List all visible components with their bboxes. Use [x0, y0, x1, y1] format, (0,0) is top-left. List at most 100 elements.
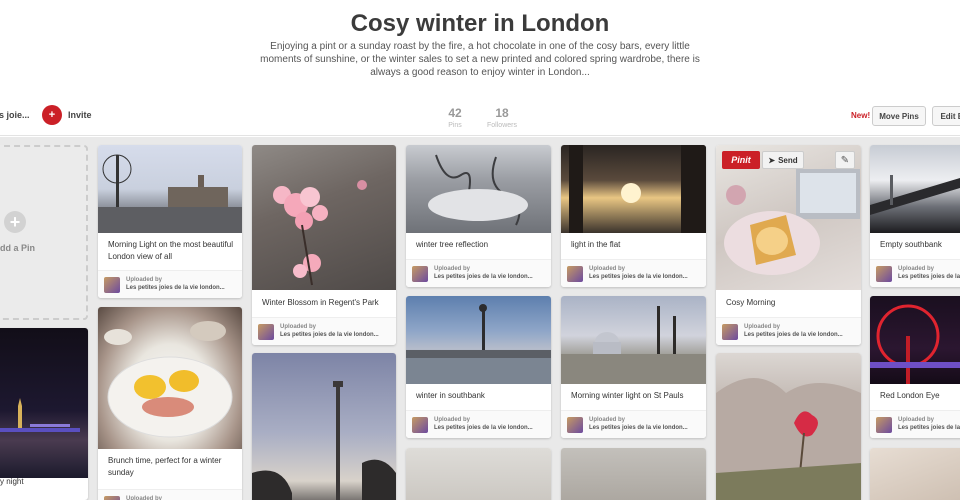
uploaded-by-label: Uploaded by	[589, 266, 626, 272]
pin-card[interactable]: Empty southbank Uploaded by Les petites …	[870, 145, 960, 287]
pin-description: Cosy Morning	[726, 298, 776, 307]
uploader-avatar[interactable]	[567, 417, 583, 433]
pin-grid: + dd a Pin y night Morning Light on the …	[0, 137, 960, 500]
pin-description: winter tree reflection	[416, 240, 489, 249]
send-label: Send	[778, 155, 798, 165]
pin-image[interactable]	[870, 296, 960, 384]
pencil-icon: ✎	[840, 154, 850, 166]
pin-image[interactable]	[252, 353, 396, 500]
uploader-avatar[interactable]	[412, 266, 428, 282]
pin-attribution[interactable]: Uploaded by Les petites joies de la vie …	[561, 410, 706, 438]
pins-count-value: 42	[448, 106, 462, 120]
pin-card[interactable]	[716, 353, 861, 500]
uploader-avatar[interactable]	[722, 324, 738, 340]
invite-label: Invite	[68, 110, 92, 120]
pin-card[interactable]	[406, 448, 551, 500]
pin-image[interactable]	[98, 307, 242, 449]
new-badge: New!	[851, 111, 871, 120]
uploader-avatar[interactable]	[876, 417, 892, 433]
uploader-avatar[interactable]	[567, 266, 583, 282]
pinit-button[interactable]: Pinit	[722, 151, 760, 169]
pin-image[interactable]	[561, 296, 706, 384]
pin-image[interactable]	[561, 145, 706, 233]
pin-image[interactable]	[406, 145, 551, 233]
uploaded-by-label: Uploaded by	[126, 496, 163, 500]
followers-count[interactable]: 18 Followers	[484, 106, 520, 129]
uploader-name[interactable]: Les petites joies de la vie london...	[434, 274, 533, 280]
move-pins-button[interactable]: Move Pins	[872, 106, 926, 126]
uploader-name[interactable]: Les petites joies de la vie london...	[434, 425, 533, 431]
pin-card[interactable]: light in the flat Uploaded by Les petite…	[561, 145, 706, 287]
pin-attribution[interactable]: Uploaded by Les petites joies de la vie …	[98, 270, 242, 298]
pins-count[interactable]: 42 Pins	[441, 106, 469, 129]
send-button[interactable]: ➤ Send	[762, 151, 804, 169]
uploaded-by-label: Uploaded by	[589, 417, 626, 423]
uploader-name[interactable]: Les petites joies de la vie london...	[898, 425, 960, 431]
pin-attribution[interactable]: Uploaded by Les petites joies de la vie …	[561, 259, 706, 287]
add-pin-card[interactable]: + dd a Pin	[0, 145, 88, 320]
uploaded-by-label: Uploaded by	[744, 324, 781, 330]
uploaded-by-label: Uploaded by	[898, 417, 935, 423]
pin-image[interactable]	[0, 328, 88, 478]
pin-description: Empty southbank	[880, 240, 942, 249]
pin-attribution[interactable]: Uploaded by Les petites joies de la vie …	[870, 259, 960, 287]
board-description: Enjoying a pint or a sunday roast by the…	[260, 41, 700, 78]
invite-icon: +	[42, 105, 62, 125]
pin-description: Brunch time, perfect for a winter sunday	[108, 456, 222, 477]
pin-card[interactable]	[252, 353, 396, 500]
pin-description: Morning Light on the most beautiful Lond…	[108, 240, 233, 261]
pin-description: y night	[0, 477, 24, 486]
send-icon: ➤	[768, 155, 776, 165]
pin-image[interactable]	[406, 448, 551, 500]
edit-pin-button[interactable]: ✎	[835, 151, 855, 169]
pin-description: Red London Eye	[880, 391, 940, 400]
pin-attribution[interactable]: Uploaded by	[98, 489, 242, 500]
pin-attribution[interactable]: Uploaded by Les petites joies de la vie …	[406, 410, 551, 438]
pin-image[interactable]	[870, 145, 960, 233]
edit-board-button[interactable]: Edit B	[932, 106, 960, 126]
board-owner-name[interactable]: es joie...	[0, 110, 30, 120]
pin-card[interactable]: Pinit ➤ Send ✎ Cosy Morning Uploaded by …	[716, 145, 861, 345]
board-title: Cosy winter in London	[350, 10, 610, 37]
uploader-avatar[interactable]	[876, 266, 892, 282]
uploader-name[interactable]: Les petites joies de la vie london...	[280, 332, 379, 338]
pin-image[interactable]	[98, 145, 242, 233]
pin-image[interactable]	[716, 353, 861, 500]
pin-card[interactable]	[561, 448, 706, 500]
pin-attribution[interactable]: Uploaded by Les petites joies de la vie …	[870, 410, 960, 438]
pin-card[interactable]: Morning winter light on St Pauls Uploade…	[561, 296, 706, 438]
pin-image[interactable]	[870, 448, 960, 500]
pin-image[interactable]	[406, 296, 551, 384]
pin-description: Winter Blossom in Regent's Park	[262, 298, 379, 307]
pin-description: winter in southbank	[416, 391, 485, 400]
pin-card[interactable]	[870, 448, 960, 500]
pin-description: light in the flat	[571, 240, 621, 249]
pin-attribution[interactable]: Uploaded by Les petites joies de la vie …	[716, 317, 861, 345]
add-pin-label: dd a Pin	[0, 243, 36, 253]
pin-card[interactable]: winter in southbank Uploaded by Les peti…	[406, 296, 551, 438]
pin-card[interactable]: Brunch time, perfect for a winter sunday…	[98, 307, 242, 500]
pin-attribution[interactable]: Uploaded by Les petites joies de la vie …	[406, 259, 551, 287]
pin-image[interactable]	[561, 448, 706, 500]
invite-button[interactable]: + Invite	[42, 105, 92, 125]
uploader-name[interactable]: Les petites joies de la vie london...	[589, 274, 688, 280]
pin-attribution[interactable]: Uploaded by Les petites joies de la vie …	[252, 317, 396, 345]
uploader-name[interactable]: Les petites joies de la vie london...	[898, 274, 960, 280]
pin-image[interactable]	[252, 145, 396, 290]
uploader-name[interactable]: Les petites joies de la vie london...	[744, 332, 843, 338]
pin-card[interactable]: y night	[0, 328, 88, 500]
uploader-avatar[interactable]	[412, 417, 428, 433]
pin-card[interactable]: Morning Light on the most beautiful Lond…	[98, 145, 242, 298]
pins-count-label: Pins	[448, 122, 462, 129]
pin-card[interactable]: Red London Eye Uploaded by Les petites j…	[870, 296, 960, 438]
uploaded-by-label: Uploaded by	[434, 266, 471, 272]
uploader-name[interactable]: Les petites joies de la vie london...	[126, 285, 225, 291]
board-header: Cosy winter in London Enjoying a pint or…	[0, 0, 960, 136]
uploader-avatar[interactable]	[104, 277, 120, 293]
uploader-name[interactable]: Les petites joies de la vie london...	[589, 425, 688, 431]
uploader-avatar[interactable]	[258, 324, 274, 340]
uploader-avatar[interactable]	[104, 496, 120, 500]
followers-count-value: 18	[495, 106, 509, 120]
pin-card[interactable]: winter tree reflection Uploaded by Les p…	[406, 145, 551, 287]
pin-card[interactable]: Winter Blossom in Regent's Park Uploaded…	[252, 145, 396, 345]
